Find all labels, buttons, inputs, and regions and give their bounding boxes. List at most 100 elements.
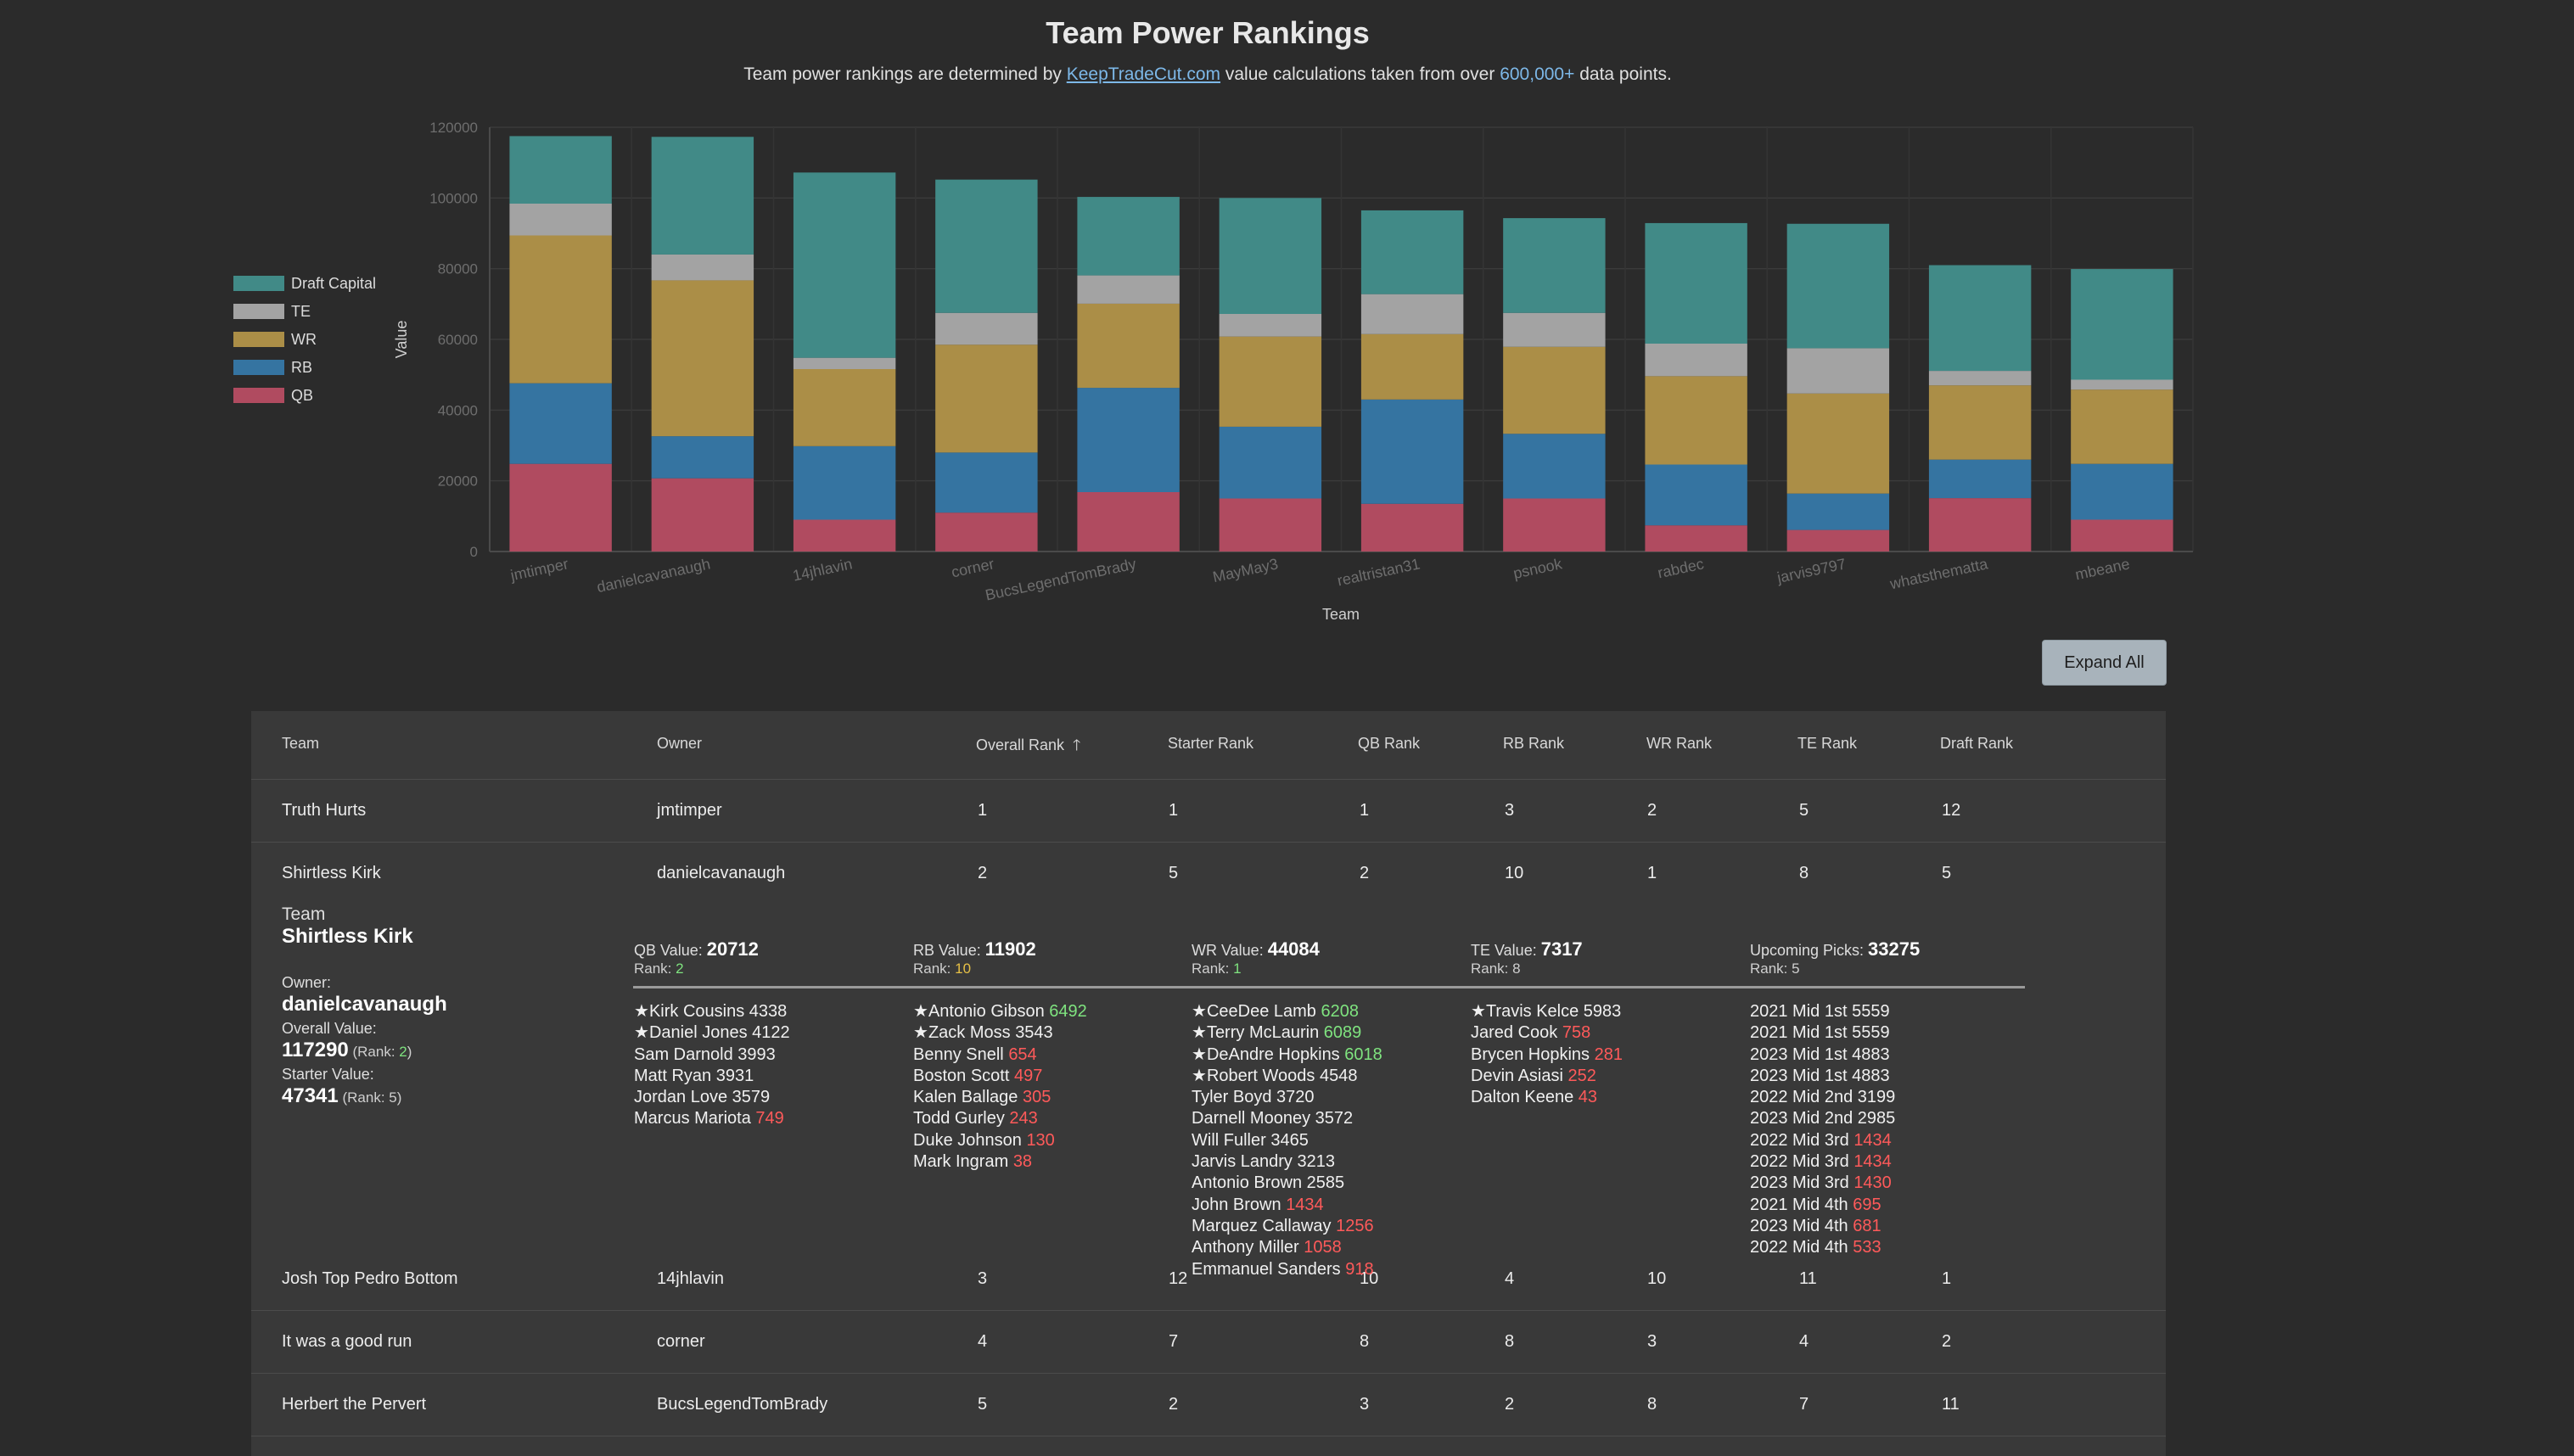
player-item[interactable]: Darnell Mooney 3572 <box>1192 1108 1382 1129</box>
player-item[interactable]: 2023 Mid 1st 4883 <box>1750 1066 1895 1087</box>
y-tick-label: 40000 <box>438 402 478 418</box>
player-item[interactable]: Will Fuller 3465 <box>1192 1130 1382 1151</box>
group-rank-label: Rank: <box>1471 960 1513 977</box>
table-row[interactable]: Truth Hurts jmtimper 1 1 1 3 2 5 12 <box>251 779 2166 843</box>
expand-all-button[interactable]: Expand All <box>2042 640 2167 686</box>
player-item[interactable]: Kalen Ballage 305 <box>913 1087 1087 1108</box>
bar-segment <box>1219 426 1322 499</box>
bar-segment <box>2071 269 2173 380</box>
table-row[interactable]: It was a good run corner 4 7 8 8 3 4 2 <box>251 1310 2166 1374</box>
cell-starter-rank: 1 <box>1169 801 1179 820</box>
player-name: Antonio Brown <box>1192 1173 1303 1193</box>
value-group-4: Upcoming Picks: 33275 Rank: 5 <box>1750 938 1920 977</box>
player-item[interactable]: ★CeeDee Lamb 6208 <box>1192 1001 1382 1022</box>
player-item[interactable]: Anthony Miller 1058 <box>1192 1237 1382 1258</box>
player-item[interactable]: 2023 Mid 1st 4883 <box>1750 1044 1895 1066</box>
bar-segment <box>651 478 754 552</box>
player-value: 2985 <box>1857 1109 1896 1128</box>
bar-segment <box>793 519 896 552</box>
star-icon: ★ <box>634 1023 649 1043</box>
header-qb-rank[interactable]: QB Rank <box>1358 735 1420 753</box>
player-item[interactable]: Devin Asiasi 252 <box>1471 1066 1623 1087</box>
rankings-table: Team Owner Overall Rank 🡑 Starter Rank QB… <box>251 711 2166 1456</box>
player-item[interactable]: ★Robert Woods 4548 <box>1192 1066 1382 1087</box>
player-name: Jared Cook <box>1471 1023 1558 1043</box>
player-value: 3199 <box>1857 1088 1896 1107</box>
y-axis-title: Value <box>393 321 410 359</box>
player-item[interactable]: Jordan Love 3579 <box>634 1087 790 1108</box>
player-item[interactable]: Boston Scott 497 <box>913 1066 1087 1087</box>
player-item[interactable]: Todd Gurley 243 <box>913 1108 1087 1129</box>
header-wr-rank[interactable]: WR Rank <box>1646 735 1712 753</box>
player-item[interactable]: ★Daniel Jones 4122 <box>634 1022 790 1044</box>
player-item[interactable]: 2022 Mid 4th 533 <box>1750 1237 1895 1258</box>
player-item[interactable]: Duke Johnson 130 <box>913 1130 1087 1151</box>
player-value: 654 <box>1008 1044 1037 1064</box>
player-name: 2023 Mid 1st <box>1750 1066 1848 1085</box>
player-item[interactable]: Tyler Boyd 3720 <box>1192 1087 1382 1108</box>
keeptradecut-link[interactable]: KeepTradeCut.com <box>1067 64 1220 84</box>
group-rank: 8 <box>1512 960 1521 977</box>
player-item[interactable]: Sam Darnold 3993 <box>634 1044 790 1066</box>
group-rank-label: Rank: <box>1192 960 1234 977</box>
bar-segment <box>1077 388 1180 492</box>
cell-draft-rank: 12 <box>1942 801 1961 820</box>
header-te-rank[interactable]: TE Rank <box>1797 735 1857 753</box>
header-draft-rank[interactable]: Draft Rank <box>1940 735 2013 753</box>
group-rank-line: Rank: 5 <box>1750 960 1920 977</box>
cell-team: Truth Hurts <box>282 801 367 820</box>
bar-segment <box>651 280 754 437</box>
player-item[interactable]: ★Antonio Gibson 6492 <box>913 1001 1087 1022</box>
player-item[interactable]: 2023 Mid 4th 681 <box>1750 1216 1895 1237</box>
chart-legend: Draft Capital TE WR RB QB <box>233 275 376 404</box>
bar-segment <box>1645 344 1747 377</box>
player-item[interactable]: Jarvis Landry 3213 <box>1192 1151 1382 1173</box>
player-item[interactable]: Emmanuel Sanders 918 <box>1192 1259 1382 1280</box>
bar-segment <box>1928 385 2032 460</box>
player-item[interactable]: Jared Cook 758 <box>1471 1022 1623 1044</box>
y-tick-label: 0 <box>470 544 478 560</box>
player-item[interactable]: 2023 Mid 2nd 2985 <box>1750 1108 1895 1129</box>
player-item[interactable]: 2022 Mid 3rd 1434 <box>1750 1151 1895 1173</box>
player-item[interactable]: ★Terry McLaurin 6089 <box>1192 1022 1382 1044</box>
player-item[interactable]: Marquez Callaway 1256 <box>1192 1216 1382 1237</box>
player-item[interactable]: Matt Ryan 3931 <box>634 1066 790 1087</box>
player-value: 3720 <box>1276 1088 1315 1107</box>
header-owner[interactable]: Owner <box>657 735 702 753</box>
player-value: 3572 <box>1315 1109 1354 1128</box>
player-value: 749 <box>755 1109 784 1128</box>
player-item[interactable]: ★Zack Moss 3543 <box>913 1022 1087 1044</box>
header-rb-rank[interactable]: RB Rank <box>1503 735 1564 753</box>
player-item[interactable]: Dalton Keene 43 <box>1471 1087 1623 1108</box>
table-row[interactable]: Herbert the Pervert BucsLegendTomBrady 5 2 3… <box>251 1373 2166 1436</box>
player-item[interactable]: 2022 Mid 2nd 3199 <box>1750 1087 1895 1108</box>
player-item[interactable]: 2022 Mid 3rd 1434 <box>1750 1130 1895 1151</box>
player-name: DeAndre Hopkins <box>1206 1044 1340 1064</box>
player-item[interactable]: 2021 Mid 4th 695 <box>1750 1195 1895 1216</box>
x-tick-label: jarvis9797 <box>1775 555 1847 586</box>
header-team[interactable]: Team <box>282 735 319 753</box>
bar-segment <box>935 179 1038 313</box>
player-item[interactable]: Antonio Brown 2585 <box>1192 1173 1382 1194</box>
cell-starter-rank: 7 <box>1169 1332 1179 1351</box>
player-item[interactable]: ★DeAndre Hopkins 6018 <box>1192 1044 1382 1066</box>
player-item[interactable]: ★Travis Kelce 5983 <box>1471 1001 1623 1022</box>
cell-draft-rank: 11 <box>1942 1395 1960 1414</box>
player-item[interactable]: John Brown 1434 <box>1192 1195 1382 1216</box>
x-tick-label: psnook <box>1511 555 1564 582</box>
player-name: Kalen Ballage <box>913 1088 1018 1107</box>
header-starter-rank[interactable]: Starter Rank <box>1168 735 1253 753</box>
player-item[interactable]: Marcus Mariota 749 <box>634 1108 790 1129</box>
player-item[interactable]: 2021 Mid 1st 5559 <box>1750 1022 1895 1044</box>
player-item[interactable]: 2021 Mid 1st 5559 <box>1750 1001 1895 1022</box>
player-item[interactable]: Benny Snell 654 <box>913 1044 1087 1066</box>
player-item[interactable]: Brycen Hopkins 281 <box>1471 1044 1623 1066</box>
player-value: 4883 <box>1852 1066 1890 1085</box>
group-value: 44084 <box>1267 938 1320 960</box>
player-item[interactable]: Mark Ingram 38 <box>913 1151 1087 1173</box>
player-item[interactable]: 2023 Mid 3rd 1430 <box>1750 1173 1895 1194</box>
header-overall-rank[interactable]: Overall Rank 🡑 <box>976 735 1080 760</box>
player-value: 5559 <box>1852 1002 1890 1021</box>
player-item[interactable]: ★Kirk Cousins 4338 <box>634 1001 790 1022</box>
player-name: 2023 Mid 2nd <box>1750 1109 1853 1128</box>
